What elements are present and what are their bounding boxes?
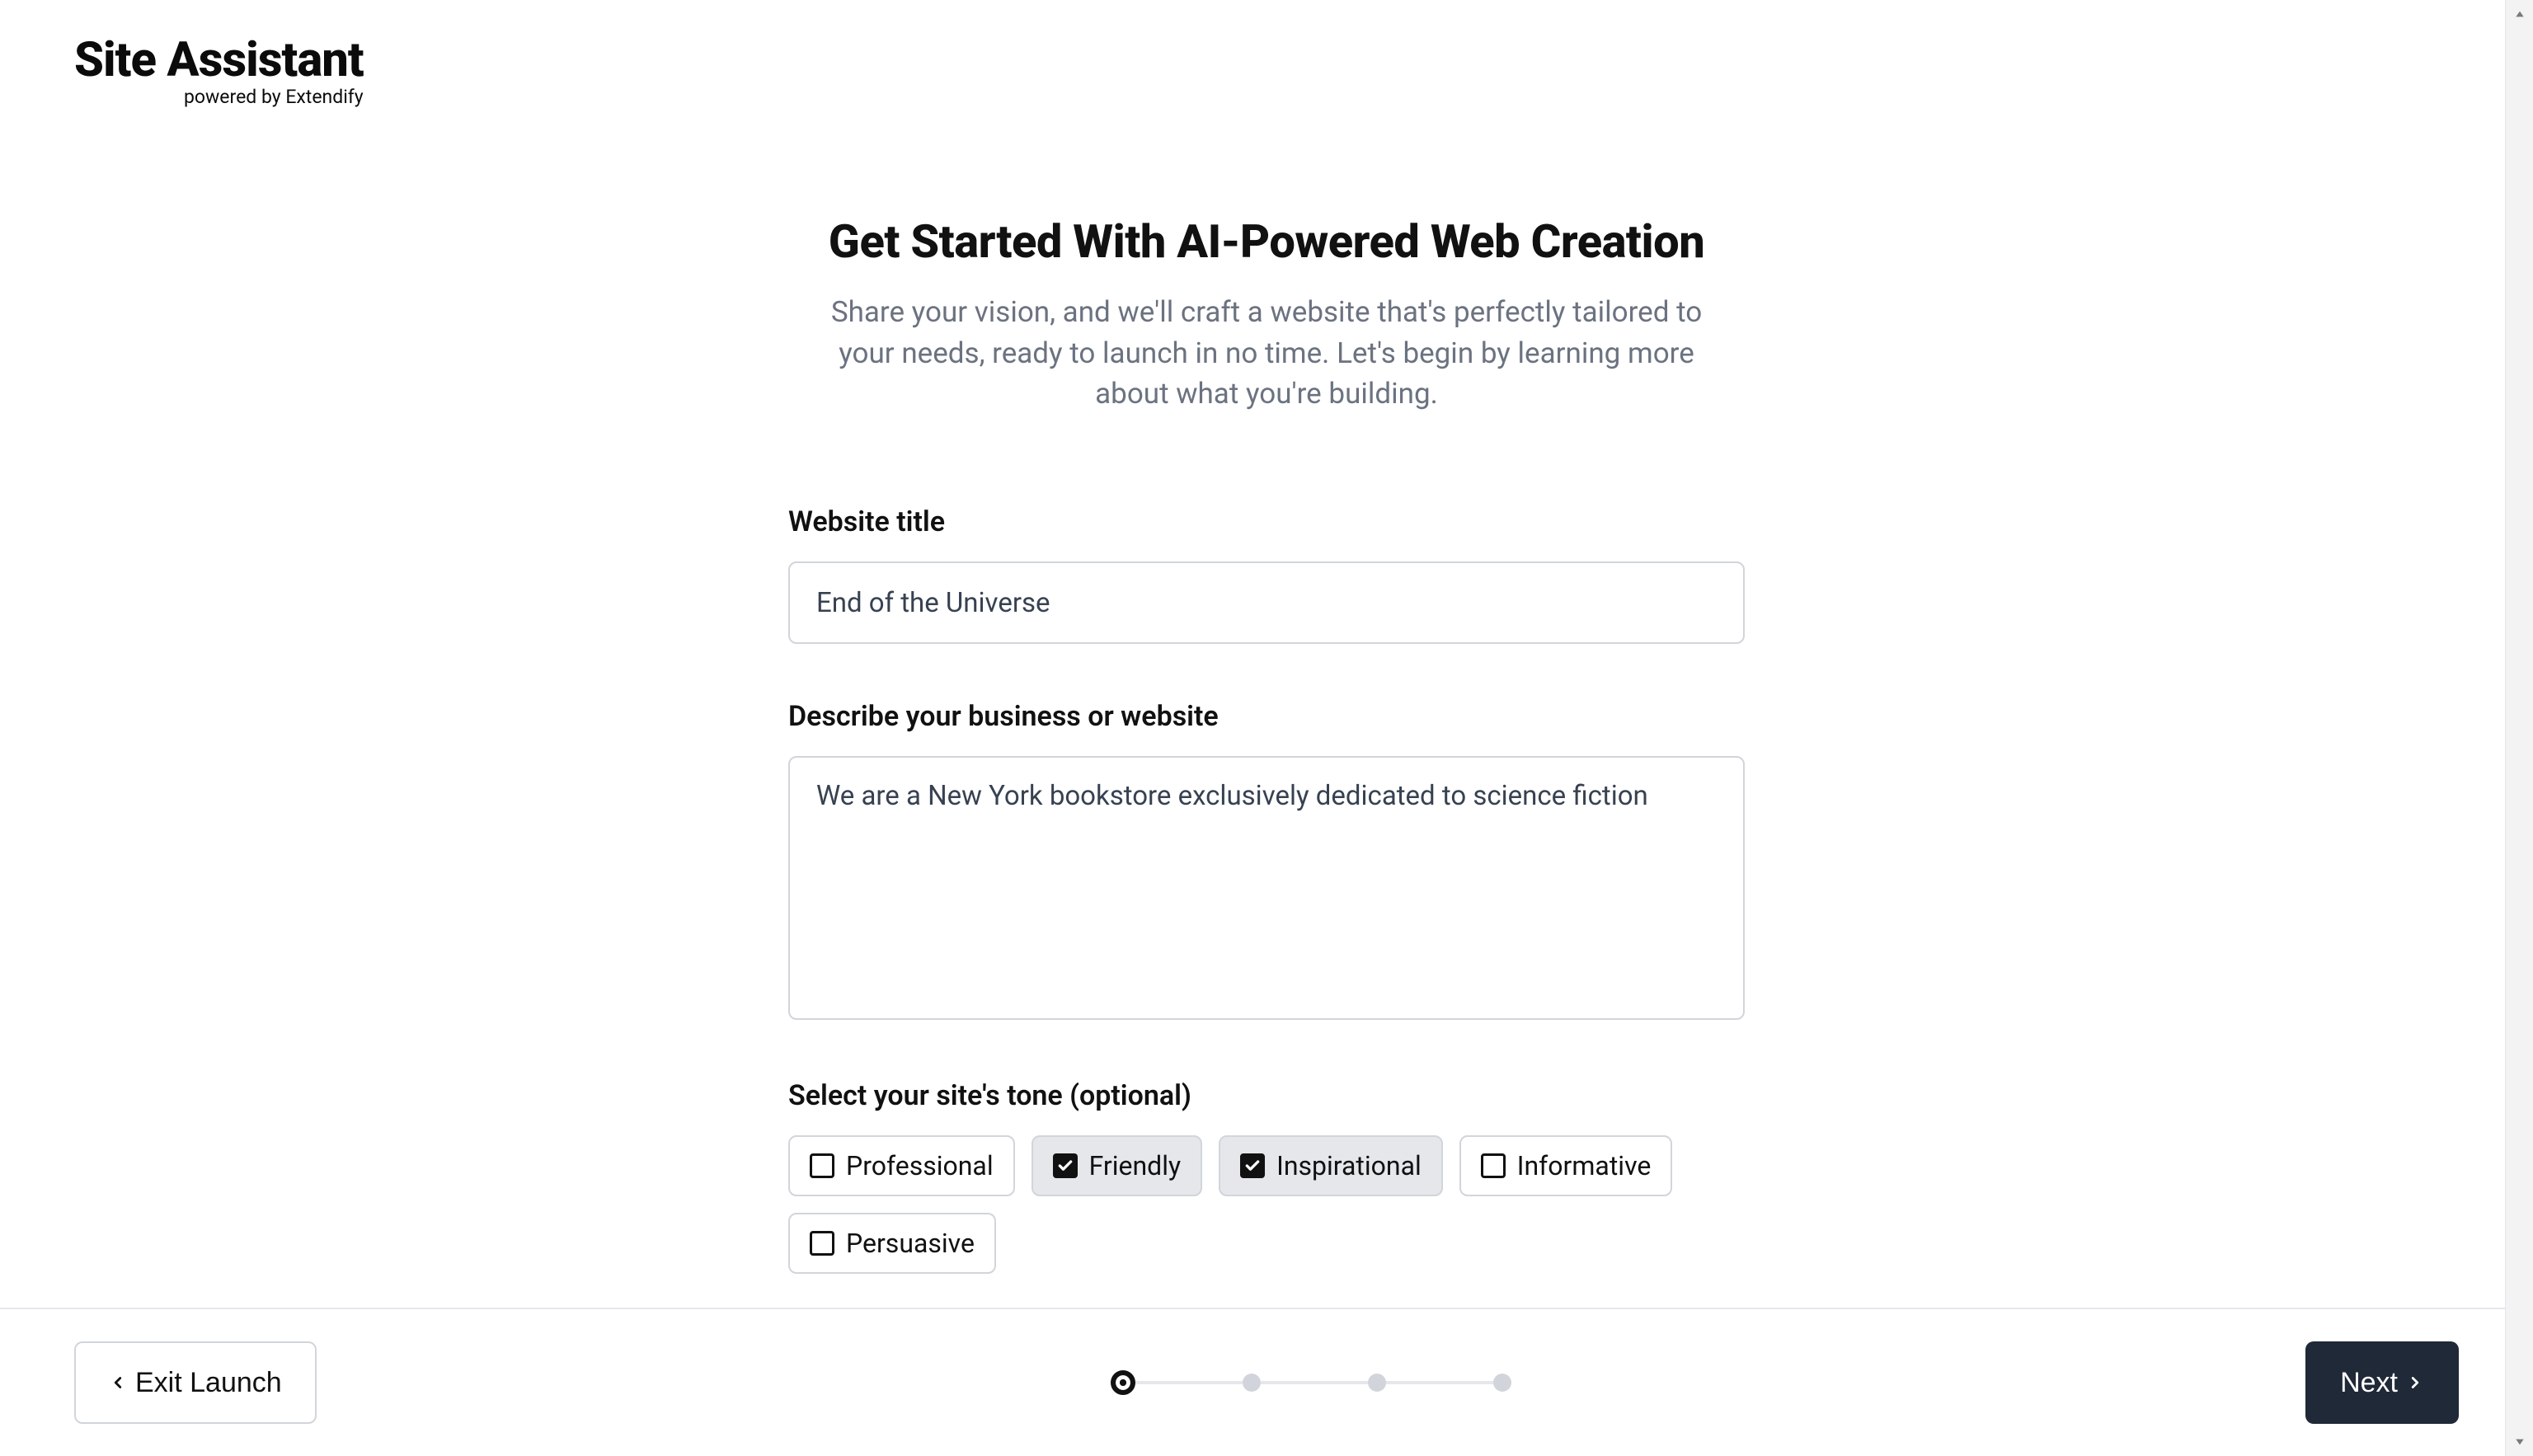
progress-stepper [1111,1370,1511,1395]
checkbox-icon [1053,1153,1078,1178]
brand-logo: Site Assistant powered by Extendify [74,36,364,108]
step-connector [1386,1381,1493,1384]
scroll-up-button[interactable] [2506,0,2533,28]
tone-option-label: Inspirational [1276,1150,1422,1181]
step-connector [1261,1381,1368,1384]
website-title-field-group: Website title [788,505,1745,644]
checkbox-icon [810,1153,834,1178]
step-dot-4[interactable] [1493,1374,1511,1392]
tone-option-label: Friendly [1089,1150,1182,1181]
chevron-right-icon [2406,1374,2424,1392]
onboarding-form: Get Started With AI-Powered Web Creation… [788,214,1745,1354]
brand-tagline: powered by Extendify [74,86,364,108]
next-button[interactable]: Next [2305,1341,2459,1424]
page-subtitle: Share your vision, and we'll craft a web… [821,292,1712,415]
step-dot-3[interactable] [1368,1374,1386,1392]
describe-textarea[interactable] [788,756,1745,1020]
describe-label: Describe your business or website [788,700,1745,733]
step-connector [1135,1381,1243,1384]
checkbox-icon [1240,1153,1265,1178]
tone-option-informative[interactable]: Informative [1459,1135,1673,1196]
tone-option-label: Informative [1517,1150,1652,1181]
footer-bar: Exit Launch Next [0,1308,2533,1456]
website-title-input[interactable] [788,561,1745,644]
tone-label: Select your site's tone (optional) [788,1079,1745,1112]
chevron-left-icon [109,1374,127,1392]
checkbox-icon [1481,1153,1506,1178]
brand-name: Site Assistant [74,36,364,84]
tone-option-persuasive[interactable]: Persuasive [788,1213,996,1274]
step-dot-2[interactable] [1243,1374,1261,1392]
tone-option-professional[interactable]: Professional [788,1135,1015,1196]
tone-option-label: Professional [846,1150,994,1181]
checkbox-icon [810,1231,834,1256]
tone-options-row: Professional Friendly Inspirational Informa… [788,1135,1745,1274]
exit-launch-button[interactable]: Exit Launch [74,1341,317,1424]
next-label: Next [2340,1367,2398,1399]
website-title-label: Website title [788,505,1745,538]
describe-field-group: Describe your business or website [788,700,1745,1023]
tone-option-inspirational[interactable]: Inspirational [1219,1135,1443,1196]
page-title: Get Started With AI-Powered Web Creation [829,214,1704,269]
tone-option-friendly[interactable]: Friendly [1032,1135,1203,1196]
step-dot-1[interactable] [1111,1370,1135,1395]
exit-launch-label: Exit Launch [135,1367,282,1399]
vertical-scrollbar[interactable] [2505,0,2533,1456]
tone-option-label: Persuasive [846,1228,975,1259]
tone-field-group: Select your site's tone (optional) Profe… [788,1079,1745,1274]
scroll-down-button[interactable] [2506,1428,2533,1456]
